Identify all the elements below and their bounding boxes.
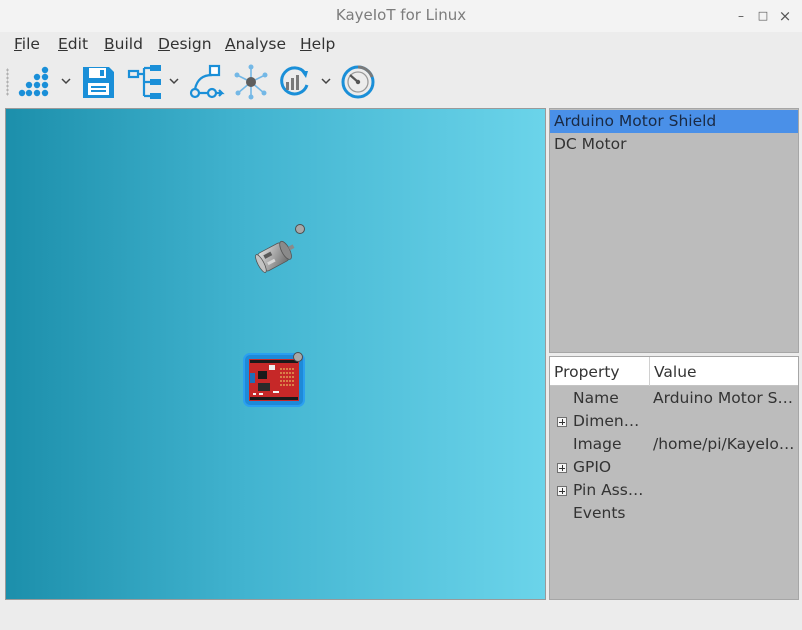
connect-nodes-icon [189, 64, 225, 99]
menu-edit-mnemonic: E [58, 35, 68, 53]
menu-help-label: elp [311, 35, 336, 53]
toolbar [0, 60, 802, 104]
property-row-gpio[interactable]: GPIO [550, 456, 798, 479]
design-canvas[interactable] [5, 108, 546, 600]
menu-analyse-mnemonic: A [225, 35, 236, 53]
property-row-events[interactable]: Events [550, 502, 798, 525]
chevron-down-icon [61, 78, 71, 85]
hierarchy-icon [127, 65, 161, 99]
property-name: Pin Assi... [573, 481, 645, 499]
menu-analyse[interactable]: Analyse [225, 35, 286, 53]
status-bar [0, 604, 802, 630]
menu-build-mnemonic: B [104, 35, 115, 53]
gauge-button[interactable] [339, 63, 377, 101]
menu-edit[interactable]: Edit [58, 35, 88, 53]
motor-connector-handle[interactable] [295, 224, 305, 234]
menu-file-label: ile [21, 35, 40, 53]
title-bar: KayeIoT for Linux – □ × [0, 0, 802, 32]
palette-dropdown-button[interactable] [60, 73, 72, 89]
dc-motor-component[interactable] [252, 235, 298, 277]
property-row-dimensions[interactable]: Dimensi... [550, 410, 798, 433]
property-name: Name [573, 389, 619, 407]
component-palette-icon [18, 66, 49, 97]
expand-icon[interactable] [557, 417, 567, 427]
minimize-button[interactable]: – [733, 8, 749, 24]
analytics-refresh-button[interactable] [275, 63, 313, 101]
menu-build-label: uild [114, 35, 143, 53]
component-palette-button[interactable] [16, 63, 54, 101]
property-row-name[interactable]: Name Arduino Motor Shi... [550, 387, 798, 410]
menu-bar: File Edit Build Design Analyse Help [0, 32, 802, 58]
motor-shield-board-image [249, 359, 299, 401]
menu-build[interactable]: Build [104, 35, 143, 53]
network-hub-button[interactable] [232, 63, 270, 101]
property-column-header[interactable]: Property [554, 363, 620, 381]
menu-edit-label: dit [67, 35, 89, 53]
menu-file[interactable]: File [14, 35, 40, 53]
menu-help[interactable]: Help [300, 35, 335, 53]
expand-icon[interactable] [557, 486, 567, 496]
component-list: Arduino Motor Shield DC Motor [549, 108, 799, 353]
analytics-dropdown-button[interactable] [320, 73, 332, 89]
menu-design-mnemonic: D [158, 35, 170, 53]
menu-help-mnemonic: H [300, 35, 312, 53]
property-name: Dimensi... [573, 412, 645, 430]
properties-header: Property Value [550, 357, 798, 386]
property-value[interactable]: Arduino Motor Shi... [653, 389, 795, 407]
value-column-header[interactable]: Value [654, 363, 697, 381]
chevron-down-icon [169, 78, 179, 85]
menu-design[interactable]: Design [158, 35, 212, 53]
properties-panel: Property Value Name Arduino Motor Shi...… [549, 356, 799, 600]
close-button[interactable]: × [777, 8, 793, 24]
list-item-arduino-motor-shield[interactable]: Arduino Motor Shield [550, 110, 798, 133]
hierarchy-dropdown-button[interactable] [168, 73, 180, 89]
property-value[interactable]: /home/pi/KayeIoT... [653, 435, 795, 453]
connect-nodes-button[interactable] [188, 63, 226, 101]
dc-motor-image [255, 240, 295, 273]
column-divider[interactable] [649, 357, 650, 386]
gauge-icon [341, 65, 375, 99]
network-hub-icon [234, 64, 268, 100]
save-icon [83, 67, 114, 98]
chevron-down-icon [321, 78, 331, 85]
menu-design-label: esign [169, 35, 212, 53]
shield-connector-handle[interactable] [293, 352, 303, 362]
menu-file-mnemonic: F [14, 35, 22, 53]
property-row-pin-assignment[interactable]: Pin Assi... [550, 479, 798, 502]
property-name: Events [573, 504, 626, 522]
expand-icon[interactable] [557, 463, 567, 473]
analytics-refresh-icon [280, 66, 309, 96]
menu-analyse-label: nalyse [235, 35, 287, 53]
save-button[interactable] [79, 63, 117, 101]
property-row-image[interactable]: Image /home/pi/KayeIoT... [550, 433, 798, 456]
window-title: KayeIoT for Linux [335, 6, 467, 24]
property-name: Image [573, 435, 622, 453]
toolbar-grip[interactable] [6, 68, 9, 96]
maximize-button[interactable]: □ [755, 8, 771, 24]
list-item-dc-motor[interactable]: DC Motor [550, 133, 798, 156]
hierarchy-button[interactable] [126, 63, 164, 101]
property-name: GPIO [573, 458, 612, 476]
